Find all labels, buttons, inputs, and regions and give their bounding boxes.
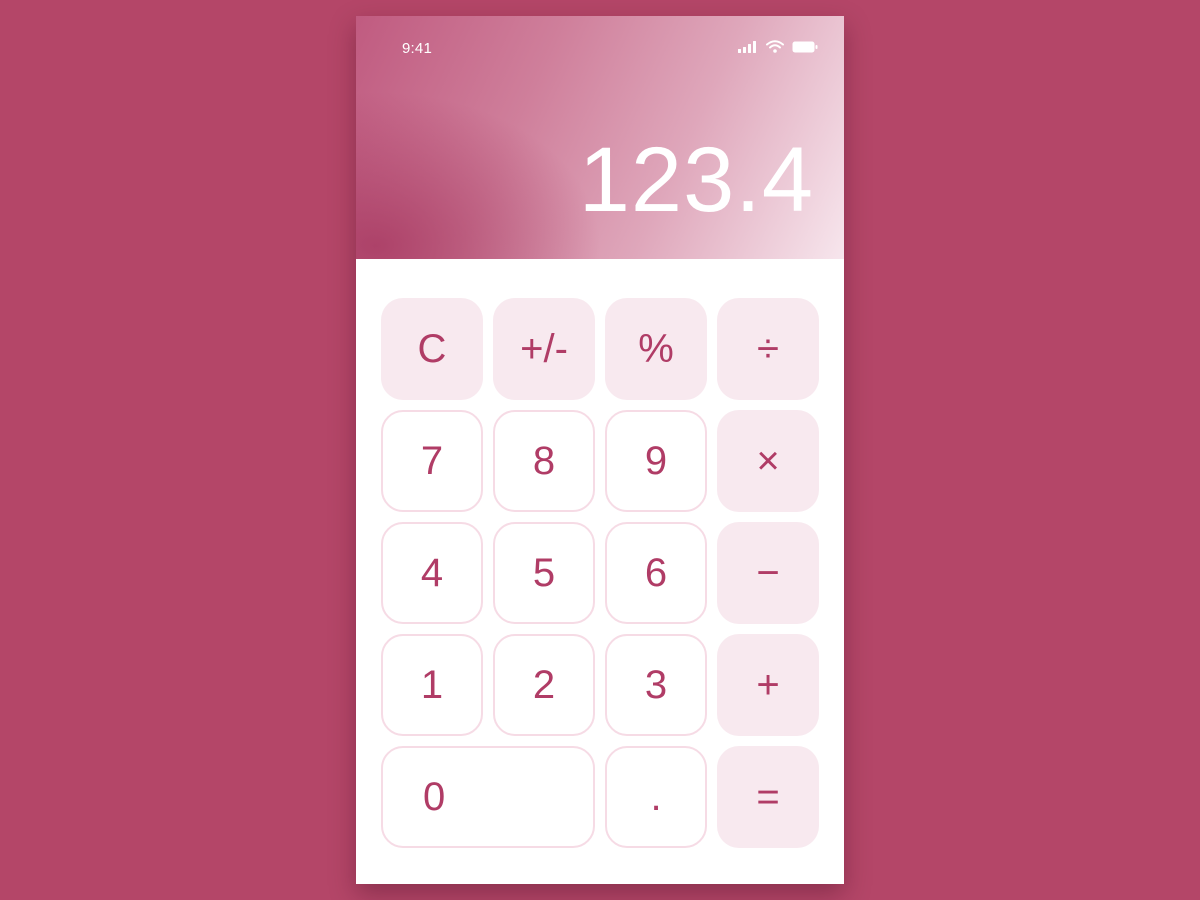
digit-4-button[interactable]: 4 [381,522,483,624]
decimal-button[interactable]: . [605,746,707,848]
multiply-button[interactable]: × [717,410,819,512]
calculator-app: 9:41 123.4 C +/- % ÷ 7 8 9 × 4 5 6 − 1 2… [356,16,844,884]
digit-8-button[interactable]: 8 [493,410,595,512]
status-time: 9:41 [402,40,432,57]
display-area: 9:41 123.4 [356,16,844,259]
digit-5-button[interactable]: 5 [493,522,595,624]
battery-icon [792,41,818,53]
digit-9-button[interactable]: 9 [605,410,707,512]
digit-6-button[interactable]: 6 [605,522,707,624]
add-button[interactable]: + [717,634,819,736]
digit-7-button[interactable]: 7 [381,410,483,512]
status-icons [738,40,818,53]
keypad: C +/- % ÷ 7 8 9 × 4 5 6 − 1 2 3 + 0 . = [381,298,819,848]
clear-button[interactable]: C [381,298,483,400]
divide-button[interactable]: ÷ [717,298,819,400]
digit-1-button[interactable]: 1 [381,634,483,736]
digit-3-button[interactable]: 3 [605,634,707,736]
digit-2-button[interactable]: 2 [493,634,595,736]
display-value: 123.4 [578,129,814,231]
wifi-icon [766,40,784,53]
subtract-button[interactable]: − [717,522,819,624]
signal-icon [738,40,758,53]
percent-button[interactable]: % [605,298,707,400]
digit-0-button[interactable]: 0 [381,746,595,848]
equals-button[interactable]: = [717,746,819,848]
sign-toggle-button[interactable]: +/- [493,298,595,400]
